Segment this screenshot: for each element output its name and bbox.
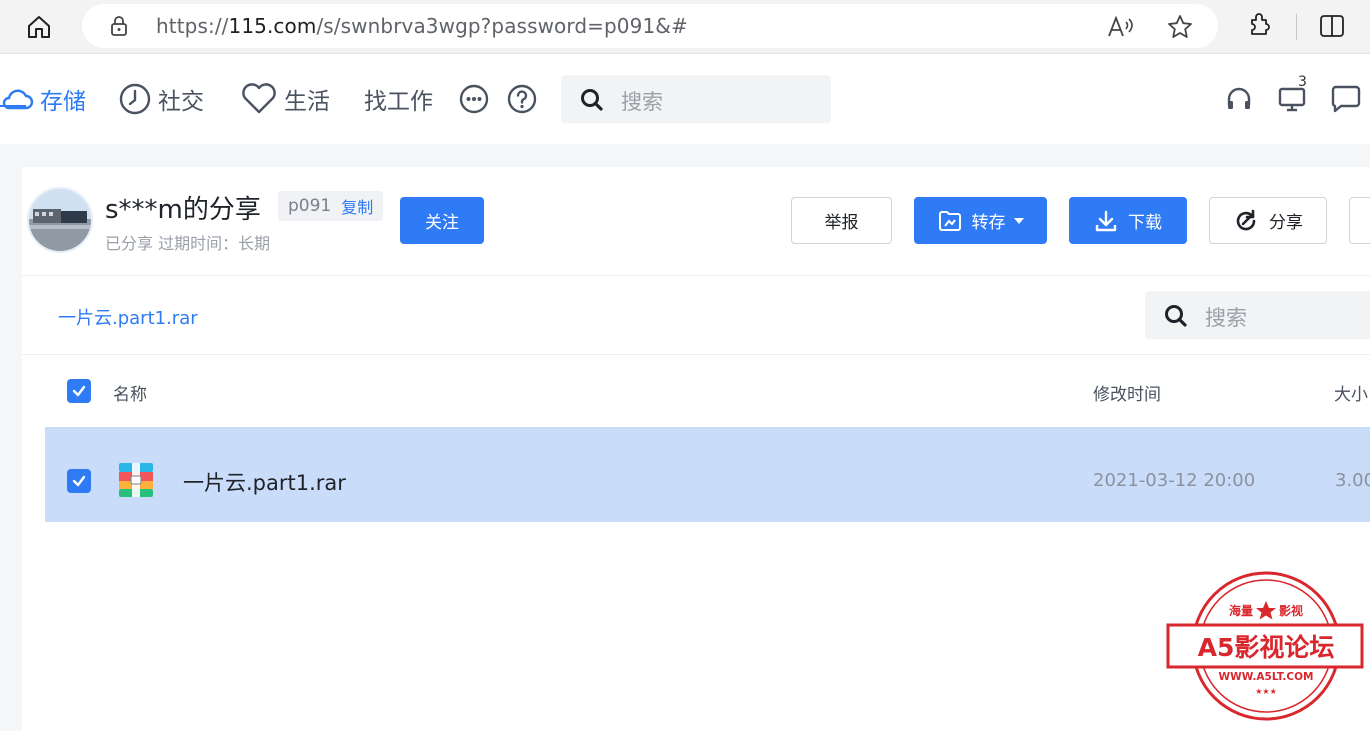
stamp-main-text: A5影视论坛 xyxy=(1198,633,1335,662)
headset-icon[interactable] xyxy=(1224,84,1254,114)
column-header-name[interactable]: 名称 xyxy=(113,380,147,405)
read-aloud-icon[interactable] xyxy=(1106,14,1136,40)
stamp-top-left: 海量 xyxy=(1229,603,1253,618)
stamp-stars: ★★★ xyxy=(1255,687,1277,696)
nav-storage[interactable]: 存储 xyxy=(0,81,86,117)
select-all-checkbox[interactable] xyxy=(67,379,91,403)
column-header-time[interactable]: 修改时间 xyxy=(1093,380,1161,405)
file-time: 2021-03-12 20:00 xyxy=(1093,470,1256,491)
nav-storage-label: 存储 xyxy=(40,89,86,115)
nav-search-placeholder: 搜索 xyxy=(621,90,663,114)
divider xyxy=(22,275,1370,276)
rar-archive-icon xyxy=(119,463,153,497)
copy-code-link[interactable]: 复制 xyxy=(341,194,373,218)
table-row[interactable]: 一片云.part1.rar 2021-03-12 20:00 3.00 xyxy=(45,427,1370,522)
avatar-image xyxy=(29,189,91,251)
check-icon xyxy=(72,385,86,397)
url-text[interactable]: https://115.com/s/swnbrva3wgp?password=p… xyxy=(156,14,688,38)
download-button[interactable]: 下载 xyxy=(1069,197,1187,244)
lock-icon[interactable] xyxy=(108,15,130,37)
home-icon xyxy=(28,16,50,38)
file-size: 3.00 xyxy=(1335,470,1370,491)
address-bar[interactable]: https://115.com/s/swnbrva3wgp?password=p… xyxy=(82,4,1218,48)
share-title: s***m的分享 xyxy=(105,195,261,225)
nav-social[interactable]: 社交 xyxy=(118,81,204,117)
app-top-nav: 存储 社交 生活 找工作 搜索 3 xyxy=(0,54,1370,144)
watermark-stamp: 海量 影视 A5影视论坛 WWW.A5LT.COM ★★★ xyxy=(1166,571,1364,721)
share-code: p091 xyxy=(288,196,332,216)
browser-toolbar: https://115.com/s/swnbrva3wgp?password=p… xyxy=(0,0,1370,54)
folder-save-icon xyxy=(938,210,961,231)
breadcrumb[interactable]: 一片云.part1.rar xyxy=(58,304,198,330)
file-name[interactable]: 一片云.part1.rar xyxy=(183,467,346,497)
divider xyxy=(22,354,1370,355)
favorite-star-icon[interactable] xyxy=(1166,13,1194,41)
follow-button[interactable]: 关注 xyxy=(400,197,484,244)
home-button[interactable] xyxy=(22,10,56,44)
toolbar-separator xyxy=(1296,14,1297,40)
nav-job[interactable]: 找工作 xyxy=(364,81,433,117)
nav-more[interactable] xyxy=(458,81,490,117)
report-button[interactable]: 举报 xyxy=(791,197,892,244)
stamp-top-right: 影视 xyxy=(1279,603,1303,618)
avatar[interactable] xyxy=(27,187,93,253)
check-icon xyxy=(72,475,86,487)
share-button[interactable]: 分享 xyxy=(1209,197,1327,244)
download-icon xyxy=(1095,210,1117,231)
monitor-badge: 3 xyxy=(1298,74,1307,90)
row-checkbox[interactable] xyxy=(67,469,91,493)
stamp-url: WWW.A5LT.COM xyxy=(1219,671,1314,683)
nav-search-box[interactable]: 搜索 xyxy=(561,75,831,123)
save-to-cloud-button[interactable]: 转存 xyxy=(914,197,1047,244)
more-actions-button[interactable] xyxy=(1349,197,1370,244)
help-icon xyxy=(507,84,537,114)
nav-job-label: 找工作 xyxy=(364,89,433,115)
nav-help[interactable] xyxy=(506,81,538,117)
split-screen-icon[interactable] xyxy=(1318,12,1346,40)
chevron-down-icon xyxy=(1013,217,1024,224)
clock-icon xyxy=(119,83,151,115)
column-header-size[interactable]: 大小 xyxy=(1334,380,1368,405)
share-code-tag: p091 复制 xyxy=(278,191,384,221)
nav-life[interactable]: 生活 xyxy=(240,81,330,117)
more-icon xyxy=(459,84,489,114)
file-search-placeholder: 搜索 xyxy=(1205,306,1247,330)
extensions-icon[interactable] xyxy=(1246,11,1274,39)
share-icon xyxy=(1236,209,1256,230)
search-icon xyxy=(1165,305,1187,327)
search-icon xyxy=(581,89,603,111)
nav-social-label: 社交 xyxy=(158,89,204,115)
heart-icon xyxy=(242,83,276,114)
nav-life-label: 生活 xyxy=(284,89,330,115)
message-icon[interactable] xyxy=(1329,84,1361,114)
cloud-icon xyxy=(0,89,34,110)
file-search-box[interactable]: 搜索 xyxy=(1145,291,1370,339)
share-subtitle: 已分享 过期时间：长期 xyxy=(105,234,271,253)
